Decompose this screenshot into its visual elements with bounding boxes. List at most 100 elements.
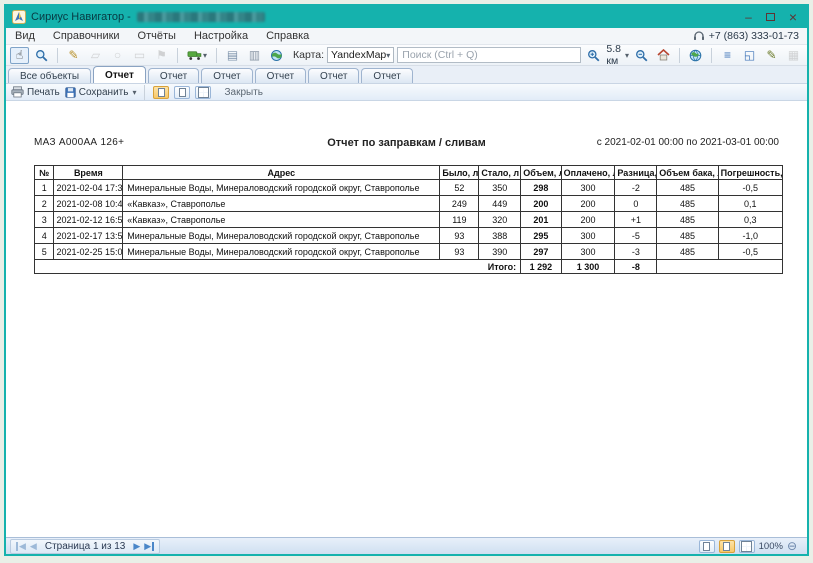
report-toolbar: Печать Сохранить ▾ Закрыть (6, 84, 807, 101)
close-button[interactable]: × (789, 11, 797, 23)
notes-button[interactable]: ✎ (762, 47, 781, 64)
table-cell: 2021-02-25 15:01 (54, 244, 123, 260)
tab-report-5[interactable]: Отчет (308, 68, 359, 83)
map-scale-value[interactable]: 5.8 км (606, 43, 621, 67)
menu-settings[interactable]: Настройка (185, 30, 257, 42)
zoom-single-page-button[interactable] (699, 540, 715, 553)
table-row[interactable]: 52021-02-25 15:01Минеральные Воды, Минер… (35, 244, 783, 260)
col-difference: Разница, л (615, 166, 657, 180)
page-width-icon (723, 542, 730, 551)
table-row[interactable]: 42021-02-17 13:53Минеральные Воды, Минер… (35, 228, 783, 244)
table-cell: 200 (561, 212, 615, 228)
minimize-button[interactable]: – (745, 11, 752, 23)
last-page-button[interactable]: ▶ (144, 542, 154, 551)
table-cell: 200 (521, 196, 561, 212)
table-body: 12021-02-04 17:39Минеральные Воды, Минер… (35, 180, 783, 260)
menu-help[interactable]: Справка (257, 30, 318, 42)
vehicle-button[interactable]: ▾ (184, 47, 210, 64)
scale-dropdown-icon[interactable]: ▾ (625, 51, 629, 60)
flag-tool-button[interactable]: ⚑ (152, 47, 171, 64)
save-button[interactable]: Сохранить ▾ (65, 87, 137, 98)
zoom-out-button[interactable] (632, 47, 651, 64)
tab-report-active[interactable]: Отчет (93, 66, 146, 83)
table-cell: -2 (615, 180, 657, 196)
next-page-button[interactable]: ▶ (133, 542, 140, 551)
view-multi-page-button[interactable] (195, 86, 211, 99)
tab-report-4[interactable]: Отчет (255, 68, 306, 83)
table-row[interactable]: 12021-02-04 17:39Минеральные Воды, Минер… (35, 180, 783, 196)
screenshot-button[interactable]: ▦ (784, 47, 803, 64)
world-map-button[interactable] (686, 47, 705, 64)
single-page-icon (703, 542, 710, 551)
zoom-out-preview-button[interactable]: ⊖ (787, 540, 797, 552)
table-cell: 388 (479, 228, 521, 244)
pan-tool-button[interactable]: ☝ (10, 47, 29, 64)
col-tank-volume: Объем бака, л (657, 166, 718, 180)
preview-zoom-controls: 100% ⊖ (699, 540, 803, 553)
tab-report-2[interactable]: Отчет (148, 68, 199, 83)
first-page-button[interactable]: ◀ (16, 542, 26, 551)
refresh-map-button[interactable] (267, 47, 286, 64)
close-report-button[interactable]: Закрыть (224, 87, 263, 98)
table-cell: 200 (561, 196, 615, 212)
tab-report-3[interactable]: Отчет (201, 68, 252, 83)
table-row[interactable]: 32021-02-12 16:57«Кавказ», Ставрополье11… (35, 212, 783, 228)
save-label: Сохранить (79, 87, 129, 98)
prev-page-button[interactable]: ◀ (30, 542, 37, 551)
track-panel-button[interactable]: ▤ (223, 47, 242, 64)
object-list-button[interactable]: ≡ (718, 47, 737, 64)
totals-difference: -8 (615, 260, 657, 274)
map-select[interactable]: YandexMap ▾ (327, 47, 394, 63)
rectangle-tool-button[interactable]: ▭ (130, 47, 149, 64)
ruler-button[interactable]: ▥ (245, 47, 264, 64)
menu-view[interactable]: Вид (6, 30, 44, 42)
view-page-width-button[interactable] (174, 86, 190, 99)
table-cell: Минеральные Воды, Минераловодский городс… (123, 244, 440, 260)
report-preview: МАЗ А000АА 126+ Отчет по заправкам / сли… (6, 101, 807, 537)
globe-icon (689, 49, 702, 62)
table-cell: 249 (440, 196, 479, 212)
table-cell: Минеральные Воды, Минераловодский городс… (123, 228, 440, 244)
map-select-value: YandexMap (331, 49, 386, 61)
table-cell: «Кавказ», Ставрополье (123, 196, 440, 212)
support-phone: +7 (863) 333-01-73 (693, 30, 807, 42)
table-cell: 390 (479, 244, 521, 260)
tab-report-6[interactable]: Отчет (361, 68, 412, 83)
circle-tool-button[interactable]: ○ (108, 47, 127, 64)
title-bar: Сириус Навигатор - – × (6, 6, 807, 28)
report-period: с 2021-02-01 00:00 по 2021-03-01 00:00 (597, 137, 779, 148)
chevron-down-icon: ▾ (386, 51, 390, 60)
view-single-page-button[interactable] (153, 86, 169, 99)
search-input[interactable] (397, 47, 581, 63)
totals-empty (657, 260, 783, 274)
zoom-in-button[interactable] (584, 47, 603, 64)
table-header-row: № Время Адрес Было, л Стало, л Объем, л … (35, 166, 783, 180)
zoom-page-width-button[interactable] (719, 540, 735, 553)
home-button[interactable] (654, 47, 673, 64)
col-was: Было, л (440, 166, 479, 180)
menu-reports[interactable]: Отчёты (129, 30, 185, 42)
table-cell: 300 (561, 228, 615, 244)
report-table: № Время Адрес Было, л Стало, л Объем, л … (34, 165, 783, 274)
menu-directories[interactable]: Справочники (44, 30, 129, 42)
totals-paid: 1 300 (561, 260, 615, 274)
fit-selection-button[interactable]: ◱ (740, 47, 759, 64)
table-cell: 295 (521, 228, 561, 244)
tab-all-objects[interactable]: Все объекты (8, 68, 91, 83)
table-row[interactable]: 22021-02-08 10:48«Кавказ», Ставрополье24… (35, 196, 783, 212)
maximize-button[interactable] (766, 13, 775, 21)
window-title-redacted (137, 12, 265, 22)
table-cell: 201 (521, 212, 561, 228)
home-icon (657, 49, 670, 61)
zoom-out-icon (635, 49, 648, 62)
save-dropdown-icon[interactable]: ▾ (132, 88, 136, 97)
print-button[interactable]: Печать (11, 86, 60, 98)
polygon-tool-button[interactable]: ▱ (86, 47, 105, 64)
table-cell: 485 (657, 180, 718, 196)
edit-map-button[interactable]: ✎ (64, 47, 83, 64)
table-cell: 485 (657, 228, 718, 244)
tab-label: Отчет (160, 71, 187, 82)
search-map-button[interactable] (32, 47, 51, 64)
zoom-multi-page-button[interactable] (739, 540, 755, 553)
table-cell: 297 (521, 244, 561, 260)
